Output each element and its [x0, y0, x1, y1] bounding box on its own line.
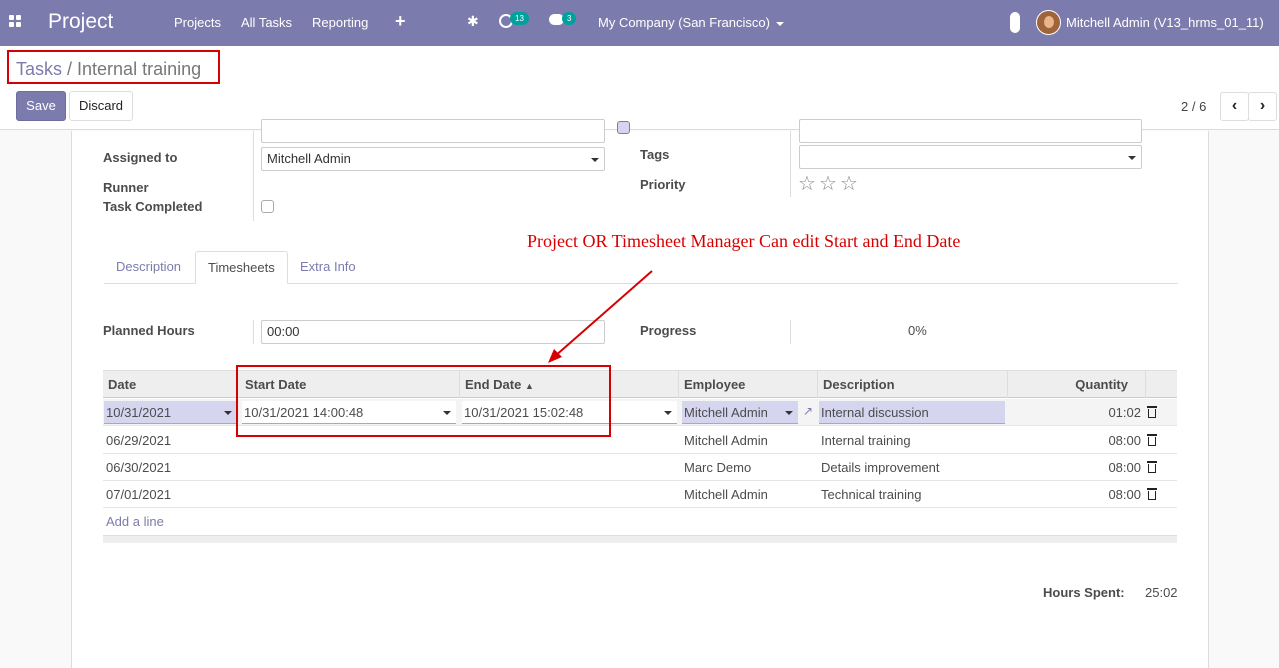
chevron-down-icon — [224, 411, 232, 415]
row-quantity: 08:00 — [1108, 460, 1141, 475]
avatar[interactable] — [1036, 10, 1061, 35]
tags-label: Tags — [640, 147, 670, 162]
chevron-down-icon — [785, 411, 793, 415]
breadcrumb-separator: / — [67, 59, 73, 79]
apps-menu-icon[interactable] — [9, 15, 23, 29]
employee-select[interactable]: Mitchell Admin — [682, 401, 798, 424]
save-button[interactable]: Save — [16, 91, 66, 121]
menu-projects[interactable]: Projects — [174, 15, 221, 30]
divider — [253, 131, 254, 221]
row-quantity[interactable]: 01:02 — [1008, 399, 1141, 426]
control-panel: Tasks / Internal training Save Discard 2 /… — [0, 46, 1279, 130]
assigned-to-value: Mitchell Admin — [267, 151, 351, 166]
row-description: Technical training — [821, 487, 922, 502]
divider — [253, 320, 254, 344]
chevron-down-icon — [775, 21, 784, 26]
pager-value: 2 / 6 — [1181, 99, 1207, 114]
pager-previous-button[interactable]: ‹ — [1220, 92, 1249, 121]
progress-value: 0% — [908, 323, 927, 338]
star-icon[interactable]: ☆ — [819, 171, 837, 196]
add-line-link[interactable]: Add a line — [106, 514, 164, 529]
row-date: 10/31/2021 — [106, 405, 172, 420]
cut-off-checkbox[interactable] — [617, 121, 630, 134]
row-description: Details improvement — [821, 460, 940, 475]
breadcrumb-current: Internal training — [77, 59, 202, 79]
breadcrumb-tasks[interactable]: Tasks — [16, 59, 62, 79]
tab-description[interactable]: Description — [104, 251, 193, 284]
annotation-text: Project OR Timesheet Manager Can edit St… — [527, 231, 961, 251]
description-input[interactable]: Internal discussion — [819, 401, 1005, 424]
star-icon[interactable]: ☆ — [840, 171, 858, 196]
row-employee: Mitchell Admin — [684, 487, 768, 502]
tags-select[interactable] — [799, 145, 1142, 169]
toggle-pill-icon[interactable] — [1010, 12, 1020, 33]
row-employee: Mitchell Admin — [684, 433, 768, 448]
company-name: My Company (San Francisco) — [598, 15, 770, 30]
menu-reporting[interactable]: Reporting — [312, 15, 368, 30]
plus-icon[interactable]: + — [395, 11, 406, 32]
assigned-to-label: Assigned to — [103, 150, 178, 165]
activity-count-badge: 13 — [510, 12, 529, 25]
annotation-box-dates — [236, 365, 611, 437]
breadcrumb: Tasks / Internal training — [16, 59, 201, 80]
task-completed-label: Task Completed — [103, 199, 203, 214]
user-menu[interactable]: Mitchell Admin (V13_hrms_01_11) — [1066, 15, 1264, 30]
cut-off-field-right[interactable] — [799, 119, 1142, 143]
hours-spent-label: Hours Spent: — [1043, 585, 1125, 600]
divider — [790, 320, 791, 344]
row-employee: Marc Demo — [684, 460, 752, 475]
chevron-down-icon — [664, 411, 672, 415]
row-quantity: 08:00 — [1108, 487, 1141, 502]
discard-button[interactable]: Discard — [69, 91, 133, 121]
app-title: Project — [48, 10, 114, 33]
divider — [790, 131, 791, 197]
column-description[interactable]: Description — [818, 371, 1008, 398]
table-row[interactable]: 07/01/2021 Mitchell Admin Technical trai… — [103, 481, 1177, 508]
message-count-badge: 3 — [562, 12, 577, 25]
planned-hours-label: Planned Hours — [103, 323, 195, 338]
row-employee: Mitchell Admin — [684, 405, 768, 420]
date-input[interactable]: 10/31/2021 — [104, 401, 237, 424]
cut-off-field[interactable] — [261, 119, 605, 143]
row-quantity: 08:00 — [1108, 433, 1141, 448]
company-switcher[interactable]: My Company (San Francisco) — [598, 15, 784, 30]
menu-all-tasks[interactable]: All Tasks — [241, 15, 292, 30]
row-date: 06/30/2021 — [106, 460, 172, 475]
annotation-arrow — [548, 270, 653, 363]
priority-label: Priority — [640, 177, 686, 192]
column-date[interactable]: Date — [103, 371, 237, 398]
bug-icon[interactable]: ✱ — [467, 13, 479, 30]
trash-icon[interactable] — [1147, 461, 1157, 473]
row-description: Internal training — [821, 433, 911, 448]
table-footer — [103, 535, 1177, 543]
trash-icon[interactable] — [1147, 488, 1157, 500]
column-employee[interactable]: Employee — [679, 371, 818, 398]
pager-next-button[interactable]: › — [1248, 92, 1277, 121]
tab-extra-info[interactable]: Extra Info — [288, 251, 368, 284]
tab-timesheets[interactable]: Timesheets — [195, 251, 288, 284]
runner-label: Runner — [103, 180, 149, 195]
assigned-to-select[interactable]: Mitchell Admin — [261, 147, 605, 171]
star-icon[interactable]: ☆ — [798, 171, 816, 196]
trash-icon[interactable] — [1147, 434, 1157, 446]
row-date: 07/01/2021 — [106, 487, 172, 502]
top-navbar: Project Projects All Tasks Reporting + ✱… — [0, 0, 1279, 46]
chevron-down-icon — [1128, 156, 1136, 160]
row-date: 06/29/2021 — [106, 433, 172, 448]
column-quantity[interactable]: Quantity — [1008, 371, 1146, 398]
hours-spent-value: 25:02 — [1145, 585, 1178, 600]
table-row[interactable]: 06/30/2021 Marc Demo Details improvement… — [103, 454, 1177, 481]
trash-icon[interactable] — [1147, 406, 1157, 418]
chevron-down-icon — [591, 158, 599, 162]
external-link-icon[interactable]: ↗ — [803, 404, 813, 418]
task-completed-checkbox[interactable] — [261, 200, 274, 213]
